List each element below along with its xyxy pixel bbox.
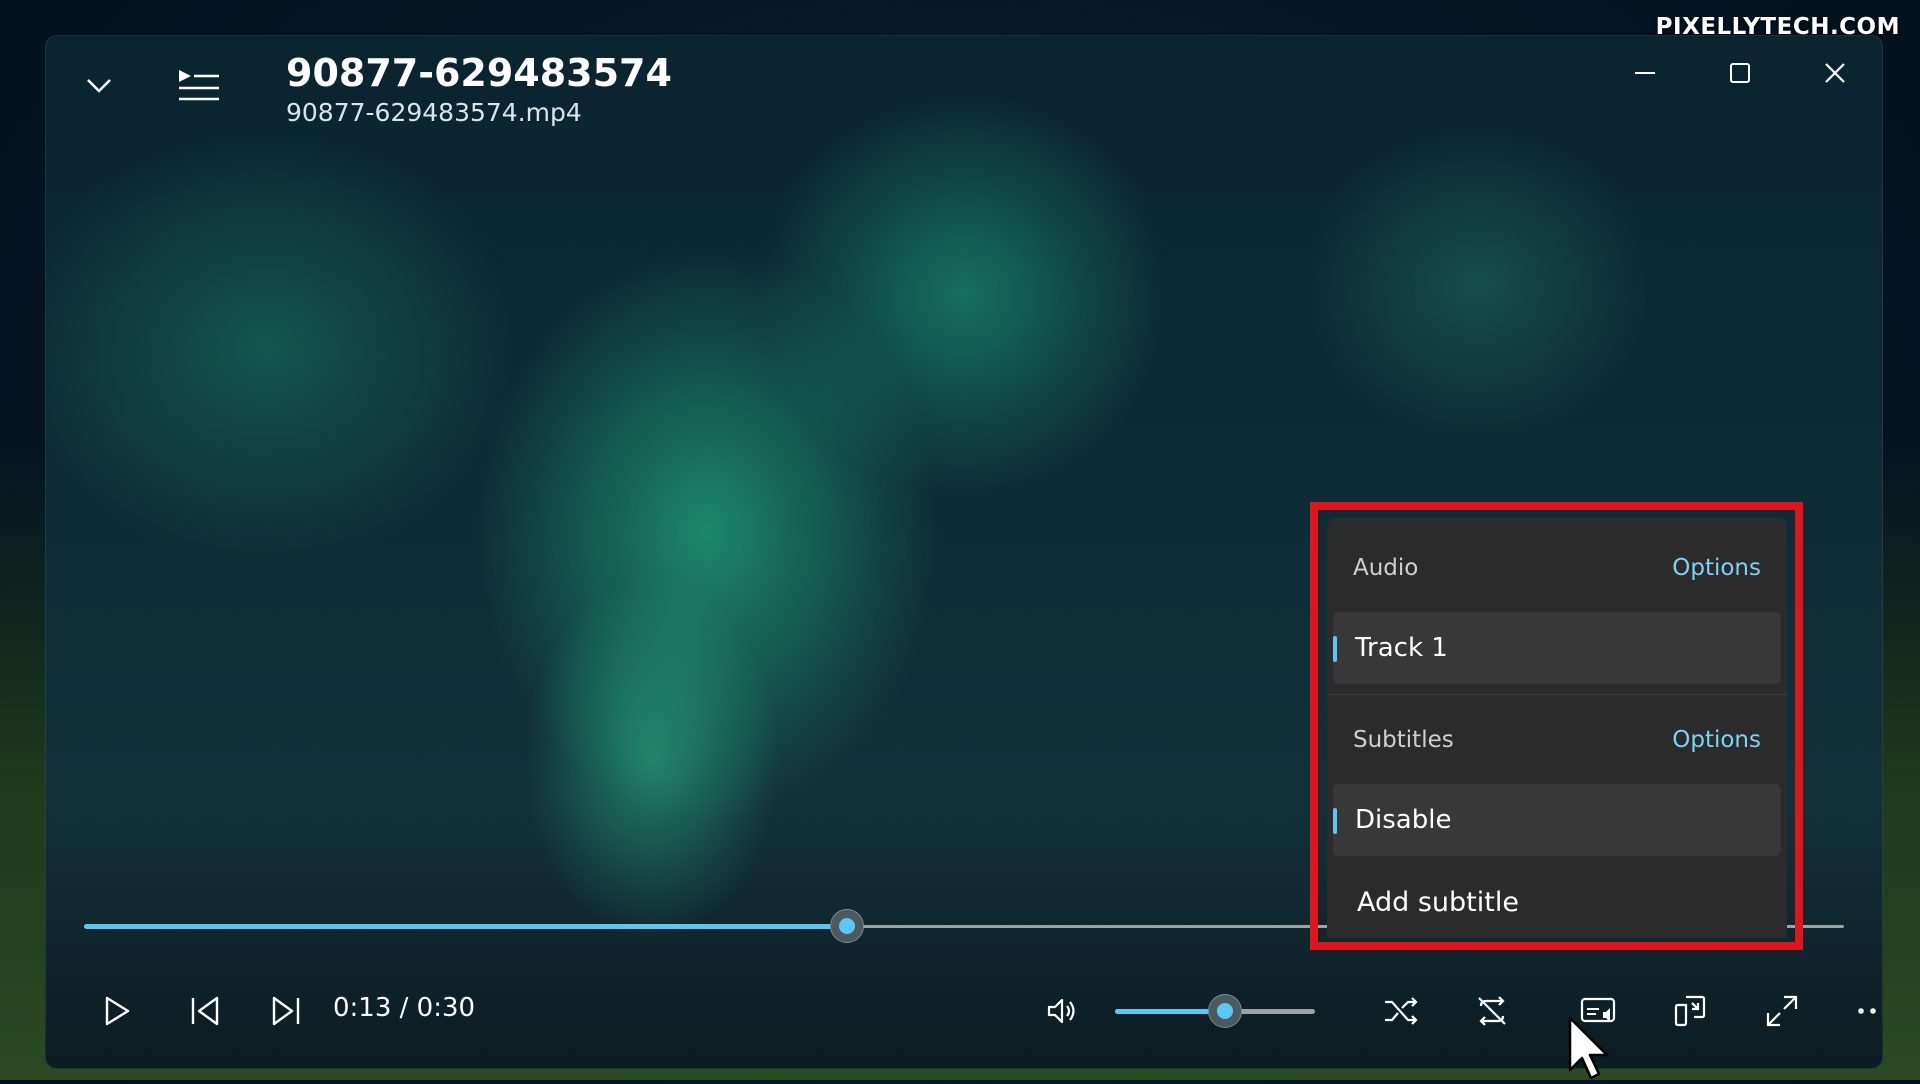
mouse-cursor-icon [1567, 1016, 1613, 1080]
minimize-icon[interactable] [1628, 56, 1662, 90]
skip-next-icon[interactable] [256, 981, 316, 1041]
media-title: 90877-629483574 [286, 51, 672, 95]
volume-icon[interactable] [1032, 981, 1092, 1041]
playlist-icon[interactable] [177, 66, 221, 106]
mini-view-icon[interactable] [1660, 981, 1720, 1041]
play-icon[interactable] [86, 981, 146, 1041]
title-bar: 90877-629483574 90877-629483574.mp4 [46, 36, 1882, 146]
close-icon[interactable] [1818, 56, 1852, 90]
seek-progress [84, 924, 847, 929]
media-title-block: 90877-629483574 90877-629483574.mp4 [286, 50, 672, 127]
shuffle-icon[interactable] [1371, 981, 1431, 1041]
volume-thumb[interactable] [1208, 994, 1242, 1028]
skip-previous-icon[interactable] [175, 981, 235, 1041]
volume-slider[interactable] [1115, 994, 1315, 1028]
time-display: 0:13 / 0:30 [333, 993, 476, 1023]
chevron-down-icon[interactable] [84, 70, 114, 100]
more-options-icon[interactable] [1843, 981, 1882, 1041]
seek-thumb[interactable] [829, 909, 864, 943]
highlight-box [1310, 502, 1803, 950]
fullscreen-icon[interactable] [1752, 981, 1812, 1041]
maximize-icon[interactable] [1723, 56, 1757, 90]
media-filename: 90877-629483574.mp4 [286, 98, 582, 127]
repeat-off-icon[interactable] [1462, 981, 1522, 1041]
